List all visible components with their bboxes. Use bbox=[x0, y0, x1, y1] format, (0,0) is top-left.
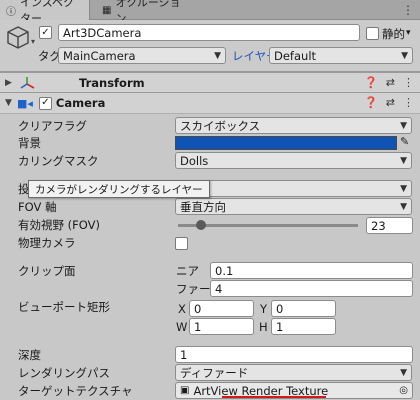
vp-y-label: Y bbox=[260, 301, 268, 316]
culling-mask-dropdown[interactable]: Dolls ▼ bbox=[175, 152, 412, 169]
vp-y-value: 0 bbox=[276, 301, 284, 316]
rendering-path-value: ディファード bbox=[180, 365, 249, 380]
active-toggle[interactable]: ✓ bbox=[39, 26, 52, 39]
fov-axis-label: FOV 軸 bbox=[18, 200, 57, 214]
rendering-path-dropdown[interactable]: ディファード ▼ bbox=[175, 364, 412, 381]
camera-component-header[interactable]: ▼ ■◂ ✓ Camera ❓ ⇄ ⋮ bbox=[0, 92, 420, 114]
static-label: 静的 bbox=[382, 26, 405, 41]
culling-mask-label: カリングマスク bbox=[18, 154, 99, 168]
depth-field[interactable]: 1 bbox=[175, 346, 413, 363]
render-texture-icon: ▣ bbox=[180, 385, 190, 396]
vp-y-field[interactable]: 0 bbox=[271, 300, 336, 317]
vp-x-field[interactable]: 0 bbox=[189, 300, 254, 317]
fov-value: 23 bbox=[371, 218, 386, 233]
fov-value-field[interactable]: 23 bbox=[366, 217, 413, 234]
camera-tools: ❓ ⇄ ⋮ bbox=[364, 96, 414, 109]
kebab-menu-icon[interactable]: ⋮ bbox=[403, 76, 414, 89]
vp-x-value: 0 bbox=[194, 301, 202, 316]
near-field[interactable]: 0.1 bbox=[210, 262, 413, 279]
presets-icon[interactable]: ⇄ bbox=[386, 96, 395, 109]
target-texture-label: ターゲットテクスチャ bbox=[18, 384, 133, 398]
object-name-field[interactable]: Art3DCamera bbox=[58, 24, 360, 41]
depth-label: 深度 bbox=[18, 348, 41, 362]
info-icon: ⓘ bbox=[6, 6, 16, 18]
chevron-down-icon: ▼ bbox=[400, 120, 407, 131]
far-label: ファー bbox=[176, 281, 211, 296]
transform-axes-icon bbox=[20, 77, 35, 89]
collapse-right-icon[interactable]: ▶ bbox=[5, 78, 15, 88]
fov-axis-value: 垂直方向 bbox=[180, 199, 226, 214]
collapse-down-icon[interactable]: ▼ bbox=[5, 98, 15, 108]
tab-bar: ⓘ インスペクター ▦ オクルージョン ⋮ bbox=[0, 0, 420, 25]
physical-camera-label: 物理カメラ bbox=[18, 236, 76, 250]
tab-menu-icon[interactable]: ⋮ bbox=[402, 3, 414, 17]
camera-enabled-toggle[interactable]: ✓ bbox=[38, 96, 52, 110]
depth-value: 1 bbox=[180, 347, 188, 362]
cube-dropdown-icon[interactable]: ▾ bbox=[31, 37, 35, 46]
eyedropper-icon[interactable]: ✎ bbox=[400, 135, 409, 148]
layer-dropdown[interactable]: Default ▼ bbox=[269, 47, 413, 64]
background-label: 背景 bbox=[18, 136, 41, 150]
chevron-down-icon: ▼ bbox=[214, 50, 221, 61]
help-icon[interactable]: ❓ bbox=[364, 76, 378, 89]
gameobject-cube-icon bbox=[7, 26, 29, 49]
vp-h-label: H bbox=[259, 319, 268, 334]
clip-planes-label: クリップ面 bbox=[18, 264, 76, 278]
tab-occlusion[interactable]: ▦ オクルージョン bbox=[96, 0, 196, 25]
transform-component-header[interactable]: ▶ Transform ❓ ⇄ ⋮ bbox=[0, 72, 420, 94]
object-name-value: Art3DCamera bbox=[63, 25, 142, 40]
vp-x-label: X bbox=[178, 301, 186, 316]
occlusion-icon: ▦ bbox=[102, 4, 112, 16]
transform-tools: ❓ ⇄ ⋮ bbox=[364, 76, 414, 89]
highlight-underline bbox=[222, 396, 326, 398]
tag-dropdown[interactable]: MainCamera ▼ bbox=[58, 47, 226, 64]
camera-icon: ■◂ bbox=[17, 96, 33, 110]
help-icon[interactable]: ❓ bbox=[364, 96, 378, 109]
presets-icon[interactable]: ⇄ bbox=[386, 76, 395, 89]
static-toggle[interactable] bbox=[366, 27, 379, 40]
camera-title: Camera bbox=[55, 96, 106, 110]
static-dropdown-icon[interactable]: ▾ bbox=[406, 28, 411, 38]
vp-w-field[interactable]: 1 bbox=[189, 318, 254, 335]
vp-w-value: 1 bbox=[194, 319, 202, 334]
vp-w-label: W bbox=[176, 319, 188, 334]
chevron-down-icon: ▼ bbox=[400, 201, 407, 212]
culling-mask-value: Dolls bbox=[180, 153, 209, 168]
background-color-swatch[interactable] bbox=[175, 136, 397, 150]
clear-flags-label: クリアフラグ bbox=[18, 119, 87, 133]
kebab-menu-icon[interactable]: ⋮ bbox=[403, 96, 414, 109]
physical-camera-toggle[interactable] bbox=[175, 237, 188, 250]
projection-dropdown[interactable]: 透視▼ bbox=[175, 180, 412, 197]
fov-label: 有効視野 (FOV) bbox=[18, 218, 100, 232]
layer-value: Default bbox=[274, 48, 317, 63]
chevron-down-icon: ▼ bbox=[400, 367, 407, 378]
tag-value: MainCamera bbox=[63, 48, 136, 63]
rendering-path-label: レンダリングパス bbox=[18, 366, 110, 380]
chevron-down-icon: ▼ bbox=[400, 155, 407, 166]
fov-slider-thumb[interactable] bbox=[196, 220, 207, 230]
chevron-down-icon: ▼ bbox=[400, 183, 407, 194]
transform-title: Transform bbox=[79, 76, 145, 90]
vp-h-field[interactable]: 1 bbox=[271, 318, 336, 335]
fov-axis-dropdown[interactable]: 垂直方向 ▼ bbox=[175, 198, 412, 215]
culling-mask-tooltip: カメラがレンダリングするレイヤー bbox=[28, 180, 210, 198]
viewport-rect-label: ビューポート矩形 bbox=[18, 300, 110, 314]
tab-inspector[interactable]: ⓘ インスペクター bbox=[0, 0, 90, 25]
near-value: 0.1 bbox=[215, 263, 234, 278]
clear-flags-dropdown[interactable]: スカイボックス ▼ bbox=[175, 117, 412, 134]
far-value: 4 bbox=[215, 281, 223, 296]
chevron-down-icon: ▼ bbox=[401, 50, 408, 61]
object-picker-icon[interactable]: ◎ bbox=[399, 385, 408, 396]
clear-flags-value: スカイボックス bbox=[180, 118, 261, 133]
far-field[interactable]: 4 bbox=[210, 280, 413, 297]
vp-h-value: 1 bbox=[276, 319, 284, 334]
near-label: ニア bbox=[176, 263, 199, 278]
